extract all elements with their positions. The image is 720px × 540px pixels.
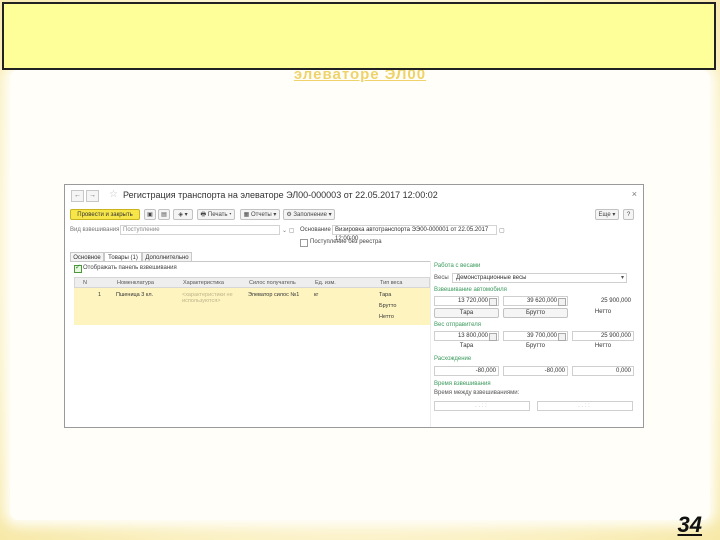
time-end-field[interactable]: . . : : xyxy=(537,401,633,411)
print-label: Печать xyxy=(207,212,228,218)
close-icon[interactable]: × xyxy=(632,189,637,199)
net-label: Нетто xyxy=(594,309,612,315)
row-n: 1 xyxy=(98,292,102,298)
post-icon[interactable]: ▤ xyxy=(158,209,170,220)
table-header: N Номенклатура Характеристика Силос полу… xyxy=(74,277,430,288)
sender-section-title: Вес отправителя xyxy=(434,322,481,328)
table-row[interactable]: 1 Пшеница 3 кл. <характеристики не испол… xyxy=(74,288,430,325)
post-and-close-button[interactable]: Провести и закрыть xyxy=(70,209,140,220)
goods-table: N Номенклатура Характеристика Силос полу… xyxy=(74,277,430,325)
col-nomenclature: Номенклатура xyxy=(117,280,154,286)
back-icon[interactable]: ← xyxy=(71,190,84,202)
chevron-down-icon[interactable]: ▾ xyxy=(621,274,624,281)
sender-net-label: Нетто xyxy=(594,343,612,349)
vehicle-tare-value: 13 720,000 xyxy=(457,298,488,304)
diff-gross-field: -80,000 xyxy=(503,366,568,376)
calculator-icon[interactable] xyxy=(489,333,497,341)
basis-label: Основание xyxy=(300,227,331,233)
save-icon[interactable]: ▣ xyxy=(144,209,156,220)
document-window: ← → ☆ Регистрация транспорта на элеватор… xyxy=(64,184,644,428)
fill-label: Заполнение xyxy=(293,212,327,218)
no-register-checkbox[interactable] xyxy=(300,239,308,247)
forward-icon[interactable]: → xyxy=(86,190,99,202)
weighing-type-label: Вид взвешивания xyxy=(70,227,120,233)
row-characteristic: <характеристики не используются> xyxy=(182,292,233,304)
diff-tare-field: -80,000 xyxy=(434,366,499,376)
tare-weigh-button[interactable]: Тара xyxy=(434,308,499,318)
panel-divider xyxy=(430,261,431,427)
sender-net-field[interactable]: 25 900,000 xyxy=(572,331,634,341)
col-n: N xyxy=(83,280,87,286)
row-weight-gross: Брутто xyxy=(379,303,397,309)
page-number: 34 xyxy=(677,512,702,537)
reports-label: Отчеты xyxy=(250,212,272,218)
show-panel-checkbox[interactable] xyxy=(74,263,82,273)
weighing-type-field[interactable]: Поступление xyxy=(120,225,280,235)
print-button[interactable]: 🖶 Печать ▾ xyxy=(197,209,235,220)
scales-label: Весы xyxy=(434,275,449,281)
col-characteristic: Характеристика xyxy=(183,280,224,286)
diff-net-field: 0,000 xyxy=(572,366,634,376)
sender-gross-field[interactable]: 39 700,000 xyxy=(503,331,568,341)
sender-gross-value: 39 700,000 xyxy=(526,333,557,339)
time-section-title: Время взвешивания xyxy=(434,381,491,387)
row-nomenclature: Пшеница 3 кл. xyxy=(116,292,154,298)
col-weight-type: Тип веса xyxy=(380,280,403,286)
reports-button[interactable]: ▦ Отчеты ▾ xyxy=(240,209,280,220)
scales-section-title: Работа с весами xyxy=(434,263,481,269)
vehicle-gross-value: 39 620,000 xyxy=(526,298,557,304)
sender-gross-label: Брутто xyxy=(526,343,545,349)
calculator-icon[interactable] xyxy=(558,333,566,341)
sender-tare-label: Тара xyxy=(459,343,474,349)
gross-weigh-button[interactable]: Брутто xyxy=(503,308,568,318)
vehicle-section-title: Взвешивание автомобиля xyxy=(434,287,507,293)
row-silo: Элеватор силос №1 xyxy=(248,292,300,298)
more-button[interactable]: Еще ▾ xyxy=(595,209,619,220)
toolbar: Провести и закрыть ▣ ▤ ◈ ▾ 🖶 Печать ▾ ▦ … xyxy=(70,209,640,221)
slide-title-bar xyxy=(2,2,716,70)
related-docs-button[interactable]: ◈ ▾ xyxy=(173,209,193,220)
dropdown-icon[interactable]: ⌄ ▢ xyxy=(282,227,294,234)
time-between-label: Время между взвешиваниями: xyxy=(434,390,520,396)
more-label: Еще xyxy=(598,212,611,218)
row-weight-tare: Тара xyxy=(379,292,392,298)
tab-divider xyxy=(70,261,430,262)
document-title: Регистрация транспорта на элеваторе ЭЛ00… xyxy=(123,190,438,200)
col-silo: Силос получатель xyxy=(249,280,296,286)
basis-open-icon[interactable]: ▢ xyxy=(499,227,505,234)
calculator-icon[interactable] xyxy=(489,298,497,306)
help-icon[interactable]: ? xyxy=(623,209,634,220)
sender-tare-value: 13 800,000 xyxy=(457,333,488,339)
col-unit: Ед. изм. xyxy=(315,280,336,286)
row-weight-net: Нетто xyxy=(379,314,394,320)
calculator-icon[interactable] xyxy=(558,298,566,306)
window-title-bar: ← → ☆ Регистрация транспорта на элеватор… xyxy=(65,185,643,205)
no-register-label: Поступление без реестра xyxy=(310,239,382,245)
vehicle-gross-field[interactable]: 39 620,000 xyxy=(503,296,568,306)
vehicle-tare-field[interactable]: 13 720,000 xyxy=(434,296,499,306)
header-fields: Вид взвешивания Поступление ⌄ ▢ Основани… xyxy=(70,225,640,247)
fill-button[interactable]: ⚙ Заполнение ▾ xyxy=(283,209,335,220)
weighing-panel: Работа с весами Весы Демонстрационные ве… xyxy=(434,263,639,427)
sender-tare-field[interactable]: 13 800,000 xyxy=(434,331,499,341)
favorite-star-icon[interactable]: ☆ xyxy=(109,189,118,200)
row-unit: кг xyxy=(314,292,319,298)
vehicle-net-field: 25 900,000 xyxy=(572,296,634,306)
diff-section-title: Расхождение xyxy=(434,356,472,362)
basis-field[interactable]: Визировка автотранспорта ЭЭ00-000001 от … xyxy=(332,225,497,242)
show-panel-label: Отображать панель взвешивания xyxy=(83,265,177,271)
scales-select[interactable]: Демонстрационные весы xyxy=(452,273,627,283)
time-start-field[interactable]: . . : : xyxy=(434,401,530,411)
